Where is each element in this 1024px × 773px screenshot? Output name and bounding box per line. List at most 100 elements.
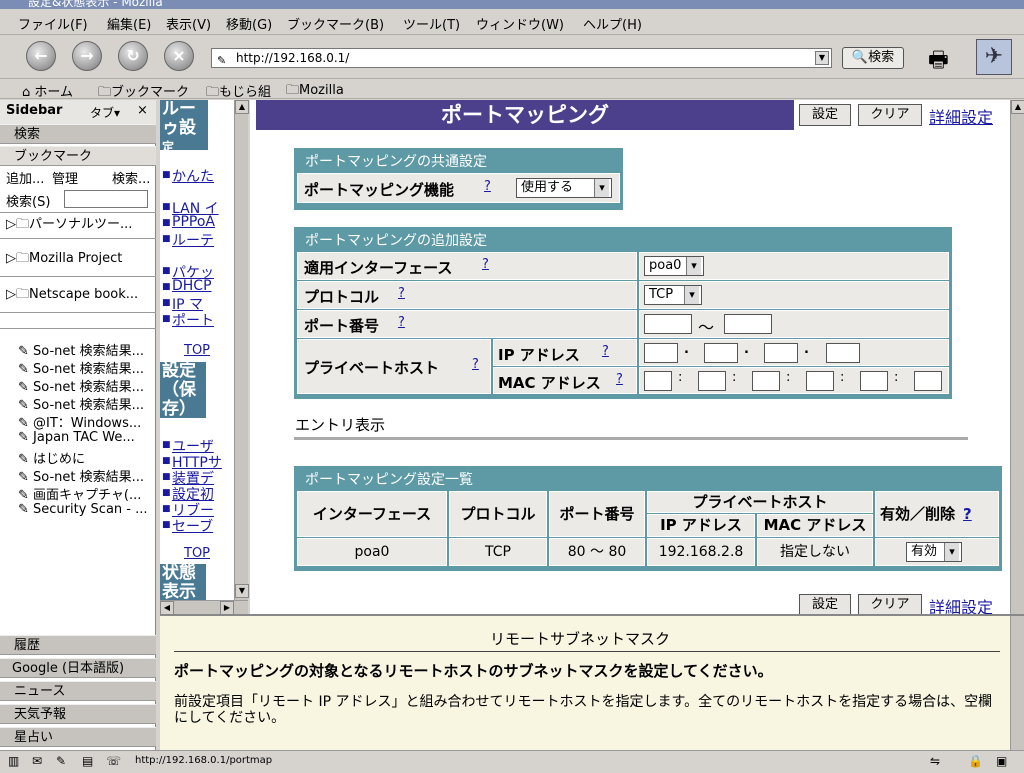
nav-frame-hscrollbar[interactable]: ◀ ▶ [160, 600, 248, 615]
composer-icon[interactable]: ✎ [56, 754, 66, 768]
advanced-settings-link[interactable]: 詳細設定 [929, 104, 993, 128]
sidebar-tabs-menu[interactable]: タブ▾ [90, 104, 120, 121]
set-button-bottom[interactable]: 設定 [799, 594, 851, 614]
irc-icon[interactable]: ☏ [106, 754, 121, 768]
security-lock-icon[interactable]: 🔒 [968, 754, 983, 768]
nav-link[interactable]: PPPoA [172, 214, 215, 230]
help-link[interactable]: ? [484, 179, 491, 194]
clear-button-bottom[interactable]: クリア [858, 594, 922, 614]
menu-help[interactable]: ヘルプ(H) [583, 14, 642, 33]
folder-personal[interactable]: ▷🗀パーソナルツー... [6, 213, 132, 237]
sidebar-add[interactable]: 追加... [6, 168, 44, 187]
help-link[interactable]: ? [963, 505, 972, 523]
menu-bookmarks[interactable]: ブックマーク(B) [287, 14, 384, 33]
sidebar-tab-horoscope[interactable]: 星占い [0, 727, 156, 747]
list-item[interactable]: ✎ So-net 検索結果... [18, 376, 144, 395]
list-item[interactable]: ✎ So-net 検索結果... [18, 340, 144, 359]
nav-link[interactable]: DHCP [172, 278, 212, 294]
nav-link[interactable]: かんた [172, 166, 214, 186]
nav-link[interactable]: セーブ [172, 516, 213, 536]
list-item[interactable]: ✎ So-net 検索結果... [18, 466, 144, 485]
address-book-icon[interactable]: ▤ [82, 754, 93, 768]
bookmark-home[interactable]: ⌂ ホーム [22, 81, 73, 100]
search-button[interactable]: 🔍検索 [842, 47, 904, 69]
folder-netscape[interactable]: ▷🗀Netscape book... [6, 285, 138, 307]
url-input[interactable]: ✎ http://192.168.0.1/ ▼ [211, 48, 832, 68]
list-item[interactable]: ✎ @IT：Windows... [18, 412, 141, 431]
state-select[interactable]: 有効 [906, 542, 962, 562]
list-item[interactable]: ✎ So-net 検索結果... [18, 358, 144, 377]
navigator-icon[interactable]: ▥ [8, 754, 19, 768]
list-item[interactable]: ✎ So-net 検索結果... [18, 394, 144, 413]
mac-part-5-input[interactable] [860, 371, 888, 391]
help-link[interactable]: ? [472, 357, 479, 372]
port-start-input[interactable] [644, 314, 692, 334]
ip-octet-1-input[interactable] [644, 343, 678, 363]
print-icon[interactable]: 🖶 [928, 43, 949, 81]
nav-frame-scrollbar[interactable]: ▲ ▼ [234, 100, 249, 600]
sidebar-tab-weather[interactable]: 天気予報 [0, 704, 156, 724]
mail-icon[interactable]: ✉ [32, 754, 42, 768]
menu-edit[interactable]: 編集(E) [107, 14, 151, 33]
sidebar-tab-bookmarks[interactable]: ブックマーク [0, 146, 156, 166]
list-item[interactable]: ✎ 画面キャプチャ(... [18, 484, 141, 503]
menu-tools[interactable]: ツール(T) [403, 14, 460, 33]
help-link[interactable]: ? [602, 344, 609, 359]
folder-mozilla-project[interactable]: ▷🗀Mozilla Project [6, 249, 122, 271]
iface-select[interactable]: poa0 [644, 256, 704, 276]
help-link[interactable]: ? [398, 286, 405, 301]
scroll-right-icon[interactable]: ▶ [220, 601, 234, 615]
ip-octet-3-input[interactable] [764, 343, 798, 363]
list-item[interactable]: ✎ Japan TAC We... [18, 430, 135, 445]
mac-part-6-input[interactable] [914, 371, 942, 391]
table-cell: TCP [449, 538, 547, 566]
sidebar-close-icon[interactable]: × [137, 103, 148, 118]
mozilla-throbber-icon[interactable]: ✈ [976, 39, 1012, 75]
stop-icon[interactable]: × [164, 41, 194, 71]
sidebar-tab-history[interactable]: 履歴 [0, 635, 156, 655]
help-link[interactable]: ? [482, 257, 489, 272]
clear-button[interactable]: クリア [858, 104, 922, 126]
sidebar-tab-google[interactable]: Google (日本語版) [0, 658, 156, 678]
advanced-settings-link-bottom[interactable]: 詳細設定 [929, 594, 993, 614]
mac-part-1-input[interactable] [644, 371, 672, 391]
nav-link[interactable]: ポート [172, 310, 214, 330]
ip-octet-4-input[interactable] [826, 343, 860, 363]
sidebar-tab-news[interactable]: ニュース [0, 681, 156, 701]
online-icon[interactable]: ⇋ [930, 754, 940, 768]
mac-part-3-input[interactable] [752, 371, 780, 391]
menu-file[interactable]: ファイル(F) [18, 14, 88, 33]
main-frame-scrollbar[interactable]: ▲ [1010, 100, 1024, 614]
mac-part-4-input[interactable] [806, 371, 834, 391]
port-end-input[interactable] [724, 314, 772, 334]
scroll-up-icon[interactable]: ▲ [235, 100, 249, 114]
sidebar-tab-search[interactable]: 検索 [0, 124, 156, 144]
ip-octet-2-input[interactable] [704, 343, 738, 363]
back-icon[interactable]: ← [26, 41, 56, 71]
reload-icon[interactable]: ↻ [118, 41, 148, 71]
url-dropdown-icon[interactable]: ▼ [815, 51, 829, 65]
menu-view[interactable]: 表示(V) [166, 14, 211, 33]
mac-part-2-input[interactable] [698, 371, 726, 391]
scroll-left-icon[interactable]: ◀ [160, 601, 174, 615]
nav-link[interactable]: ルーテ [172, 230, 214, 250]
set-button[interactable]: 設定 [799, 104, 851, 126]
menu-go[interactable]: 移動(G) [226, 14, 272, 33]
sidebar-find[interactable]: 検索... [112, 168, 150, 187]
nav-top-link[interactable]: TOP [184, 343, 210, 358]
scroll-up-icon[interactable]: ▲ [1011, 100, 1024, 114]
info-icon[interactable]: ▣ [996, 754, 1007, 768]
menu-window[interactable]: ウィンドウ(W) [476, 14, 564, 33]
scroll-down-icon[interactable]: ▼ [235, 584, 249, 598]
sidebar-search-input[interactable] [64, 190, 148, 208]
nav-top-link[interactable]: TOP [184, 546, 210, 561]
sidebar-manage[interactable]: 管理 [52, 168, 78, 187]
list-item[interactable]: ✎ Security Scan - ... [18, 502, 148, 517]
help-link[interactable]: ? [616, 372, 623, 387]
list-item[interactable]: ✎ はじめに [18, 448, 85, 467]
forward-icon[interactable]: → [72, 41, 102, 71]
help-link[interactable]: ? [398, 315, 405, 330]
portmap-function-select[interactable]: 使用する [516, 178, 612, 198]
protocol-select[interactable]: TCP [644, 285, 702, 305]
help-scrollbar[interactable] [1010, 616, 1024, 750]
